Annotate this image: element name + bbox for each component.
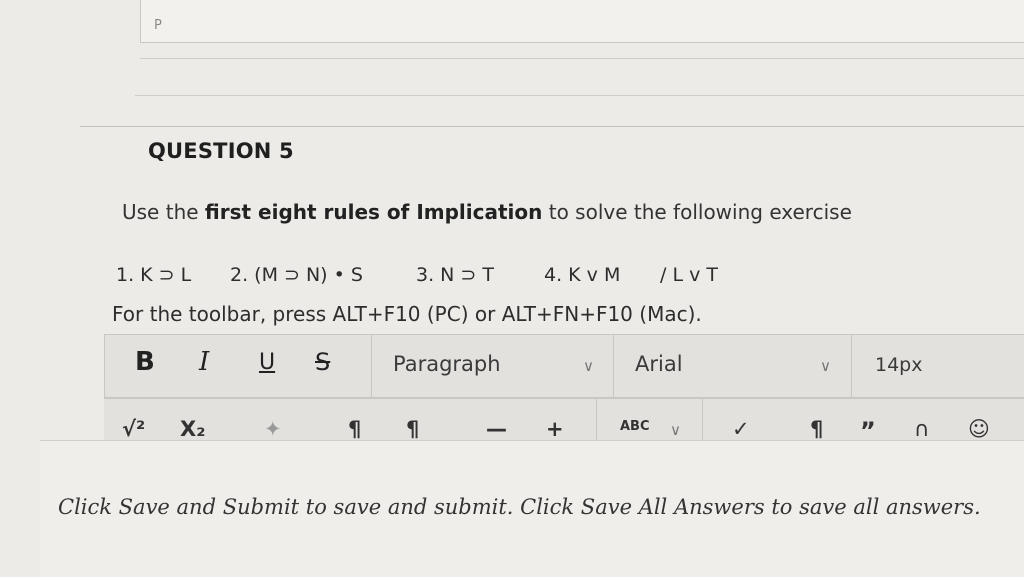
- toolbar-separator: [613, 335, 614, 397]
- emoji-icon[interactable]: ☺: [968, 417, 990, 441]
- superscript-button[interactable]: √²: [122, 417, 145, 441]
- font-size-dropdown[interactable]: 14px: [875, 354, 922, 376]
- insert-button[interactable]: +: [546, 417, 564, 441]
- premise-1: 1. K ⊃ L: [116, 264, 192, 286]
- horizontal-line-button[interactable]: —: [486, 417, 507, 441]
- chevron-down-icon: ∨: [583, 357, 594, 375]
- question-title: QUESTION 5: [148, 139, 294, 163]
- ltr-direction-button[interactable]: ¶: [348, 417, 361, 441]
- font-family-label: Arial: [635, 352, 683, 376]
- toolbar-separator: [851, 335, 852, 397]
- chevron-down-icon: ∨: [820, 357, 831, 375]
- toolbar-separator: [596, 399, 597, 443]
- toolbar-hint: For the toolbar, press ALT+F10 (PC) or A…: [112, 302, 702, 326]
- question-instruction: Use the first eight rules of Implication…: [122, 200, 852, 224]
- save-instructions: Click Save and Submit to save and submit…: [58, 495, 981, 519]
- italic-button[interactable]: I: [199, 347, 209, 377]
- toolbar-separator: [371, 335, 372, 397]
- spellcheck-button[interactable]: ABC: [620, 419, 650, 434]
- show-blocks-button[interactable]: ¶: [810, 417, 823, 441]
- divider: [80, 126, 1024, 127]
- subscript-button[interactable]: X₂: [180, 417, 205, 441]
- divider: [140, 58, 1024, 59]
- chevron-down-icon[interactable]: ∨: [670, 421, 681, 439]
- premise-4: 4. K v M: [544, 264, 621, 286]
- editor-toolbar-row-2: √² X₂ ✦ ¶ ¶ — + ABC ∨ ✓ ¶ ” ∩ ☺: [104, 398, 1024, 443]
- toolbar-separator: [702, 399, 703, 443]
- divider: [135, 95, 1024, 96]
- check-icon[interactable]: ✓: [732, 417, 750, 441]
- premise-3: 3. N ⊃ T: [416, 264, 494, 286]
- rtl-direction-button[interactable]: ¶: [406, 417, 419, 441]
- previous-answer-field[interactable]: P: [140, 0, 1024, 43]
- bold-button[interactable]: B: [135, 347, 155, 377]
- editor-toolbar: B I U S Paragraph ∨ Arial ∨ 14px: [104, 334, 1024, 398]
- previous-answer-text: P: [154, 18, 162, 33]
- conclusion: / L v T: [660, 264, 718, 286]
- underline-button[interactable]: U: [259, 350, 275, 375]
- special-character-icon[interactable]: ∩: [914, 417, 929, 441]
- paragraph-format-label: Paragraph: [393, 352, 501, 376]
- strikethrough-button[interactable]: S: [315, 348, 330, 376]
- premise-2: 2. (M ⊃ N) • S: [230, 264, 363, 286]
- clear-formatting-icon[interactable]: ✦: [264, 417, 282, 441]
